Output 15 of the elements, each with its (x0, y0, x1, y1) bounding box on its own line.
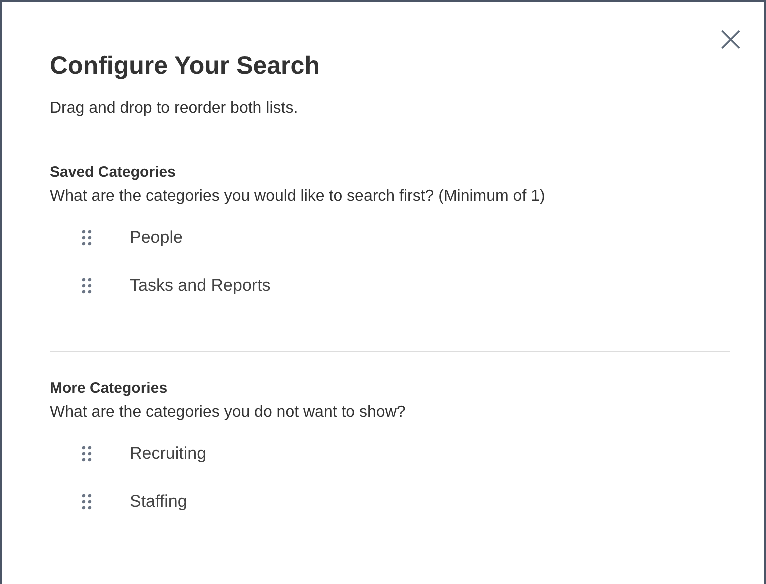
section-heading: More Categories (50, 379, 169, 399)
category-item[interactable]: Recruiting (130, 444, 207, 464)
dialog-subtitle: Drag and drop to reorder both lists. (50, 99, 300, 119)
drag-handle-icon[interactable] (82, 446, 92, 462)
close-button[interactable]: × (712, 22, 750, 58)
section-heading: Saved Categories (50, 163, 177, 183)
drag-handle-icon[interactable] (82, 230, 92, 246)
dialog-title: Configure Your Search (50, 51, 321, 82)
section-description: What are the categories you do not want to show? (50, 403, 407, 423)
drag-handle-icon[interactable] (82, 278, 92, 294)
drag-handle-icon[interactable] (82, 494, 92, 510)
section-description: What are the categories you would like to search first? (Minimum of 1) (50, 187, 546, 207)
category-item[interactable]: People (130, 228, 183, 248)
category-item[interactable]: Tasks and Reports (130, 276, 271, 296)
category-item[interactable]: Staffing (130, 492, 188, 512)
